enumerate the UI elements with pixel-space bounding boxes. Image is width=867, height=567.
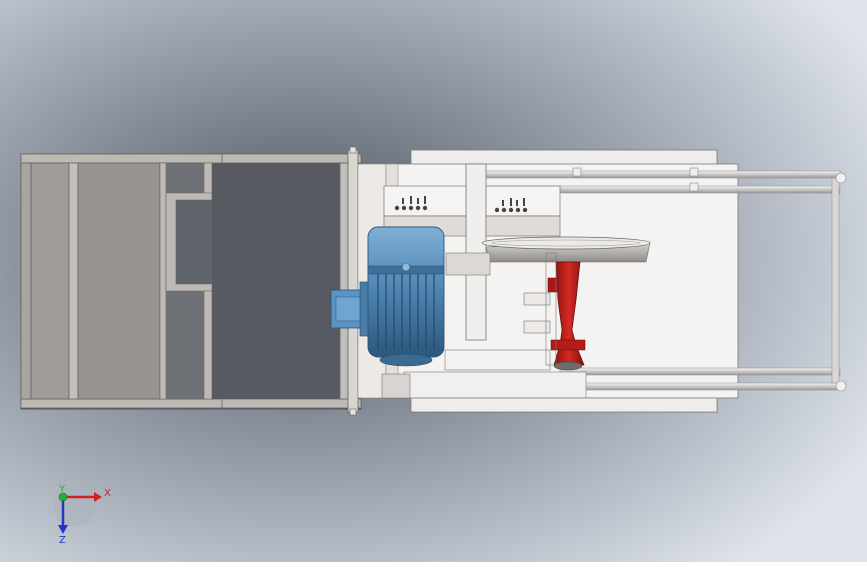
gearbox-housing <box>444 349 551 371</box>
x-axis-label: X <box>104 488 111 499</box>
support-column <box>465 163 487 341</box>
y-axis-label: Y <box>58 484 66 495</box>
gearbox-housing <box>403 371 587 399</box>
z-axis-label: Z <box>59 535 66 546</box>
control-panel-right <box>485 185 561 237</box>
cad-viewport[interactable]: X Y Z <box>0 0 867 562</box>
bottom-rail <box>410 397 718 413</box>
frame <box>20 146 362 416</box>
